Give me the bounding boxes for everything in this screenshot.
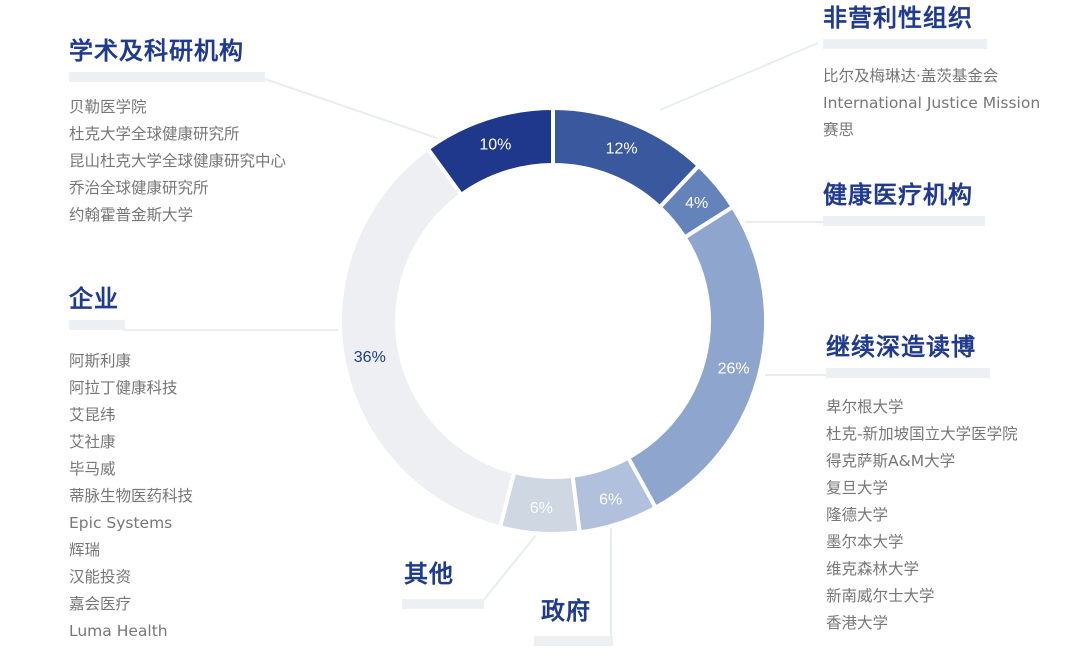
- title-underline: [534, 636, 613, 646]
- slice-label: 6%: [530, 500, 553, 517]
- group-list: 贝勒医学院 杜克大学全球健康研究所 昆山杜克大学全球健康研究中心 乔治全球健康研…: [69, 94, 286, 229]
- slice-label: 10%: [479, 137, 511, 154]
- group-enterprise: 企业 阿斯利康 阿拉丁健康科技 艾昆纬 艾社康 毕马威 蒂脉生物医药科技 Epi…: [69, 284, 193, 645]
- donut-slice: [338, 145, 517, 530]
- list-item: 比尔及梅琳达·盖茨基金会: [823, 67, 999, 85]
- list-item: 贝勒医学院: [69, 98, 147, 116]
- list-item: 复旦大学: [826, 479, 889, 497]
- list-item: 卑尔根大学: [826, 398, 904, 416]
- list-item: 香港大学: [826, 614, 889, 632]
- list-item: 杜克-新加坡国立大学医学院: [826, 425, 1018, 443]
- group-nonprofit: 非营利性组织 比尔及梅琳达·盖茨基金会 International Justic…: [823, 3, 1040, 144]
- group-other: 其他: [402, 559, 484, 609]
- list-item: 杜克大学全球健康研究所: [69, 125, 240, 143]
- group-title: 健康医疗机构: [823, 181, 973, 209]
- title-underline: [823, 216, 985, 226]
- list-item: 赛思: [823, 121, 855, 139]
- list-item: 毕马威: [69, 460, 116, 478]
- group-title: 其他: [404, 560, 454, 588]
- list-item: 汉能投资: [69, 568, 132, 586]
- list-item: International Justice Mission: [823, 94, 1041, 112]
- title-underline: [826, 368, 990, 378]
- list-item: 新南威尔士大学: [826, 587, 935, 605]
- group-phd: 继续深造读博 卑尔根大学 杜克-新加坡国立大学医学院 得克萨斯A&M大学 复旦大…: [826, 332, 1018, 637]
- list-item: 墨尔本大学: [826, 533, 904, 551]
- group-title: 政府: [541, 597, 591, 625]
- group-government: 政府: [534, 596, 613, 646]
- group-title: 企业: [69, 285, 119, 313]
- list-item: Epic Systems: [69, 514, 173, 532]
- list-item: 隆德大学: [826, 506, 889, 524]
- group-title: 学术及科研机构: [69, 37, 244, 65]
- list-item: 阿拉丁健康科技: [69, 379, 178, 397]
- list-item: 艾社康: [69, 433, 116, 451]
- list-item: 阿斯利康: [69, 352, 132, 370]
- title-underline: [69, 320, 125, 330]
- slice-label: 6%: [599, 491, 622, 508]
- group-academic: 学术及科研机构 贝勒医学院 杜克大学全球健康研究所 昆山杜克大学全球健康研究中心…: [69, 36, 286, 229]
- slice-label: 26%: [718, 360, 750, 377]
- list-item: 得克萨斯A&M大学: [826, 452, 956, 470]
- group-list: 比尔及梅琳达·盖茨基金会 International Justice Missi…: [823, 63, 1040, 144]
- donut-slices: [338, 105, 768, 536]
- group-title: 继续深造读博: [826, 333, 976, 361]
- group-list: 卑尔根大学 杜克-新加坡国立大学医学院 得克萨斯A&M大学 复旦大学 隆德大学 …: [826, 394, 1018, 637]
- leader-line: [264, 78, 438, 139]
- slice-label: 4%: [685, 195, 708, 212]
- group-list: 阿斯利康 阿拉丁健康科技 艾昆纬 艾社康 毕马威 蒂脉生物医药科技 Epic S…: [69, 348, 193, 645]
- group-title: 非营利性组织: [823, 4, 973, 32]
- slice-label: 36%: [354, 349, 386, 366]
- group-healthcare: 健康医疗机构: [823, 180, 985, 226]
- list-item: 维克森林大学: [826, 560, 920, 578]
- list-item: 乔治全球健康研究所: [69, 179, 209, 197]
- list-item: 蒂脉生物医药科技: [69, 487, 194, 505]
- leader-line: [659, 42, 819, 111]
- slice-label: 12%: [606, 141, 638, 158]
- list-item: Luma Health: [69, 622, 168, 640]
- list-item: 昆山杜克大学全球健康研究中心: [69, 152, 287, 170]
- donut-slice: [625, 204, 768, 511]
- list-item: 嘉会医疗: [69, 595, 132, 613]
- list-item: 辉瑞: [69, 541, 101, 559]
- list-item: 艾昆纬: [69, 406, 116, 424]
- leader-line: [482, 534, 537, 602]
- list-item: 约翰霍普金斯大学: [69, 206, 194, 224]
- title-underline: [402, 599, 484, 609]
- title-underline: [69, 72, 265, 82]
- title-underline: [823, 39, 987, 49]
